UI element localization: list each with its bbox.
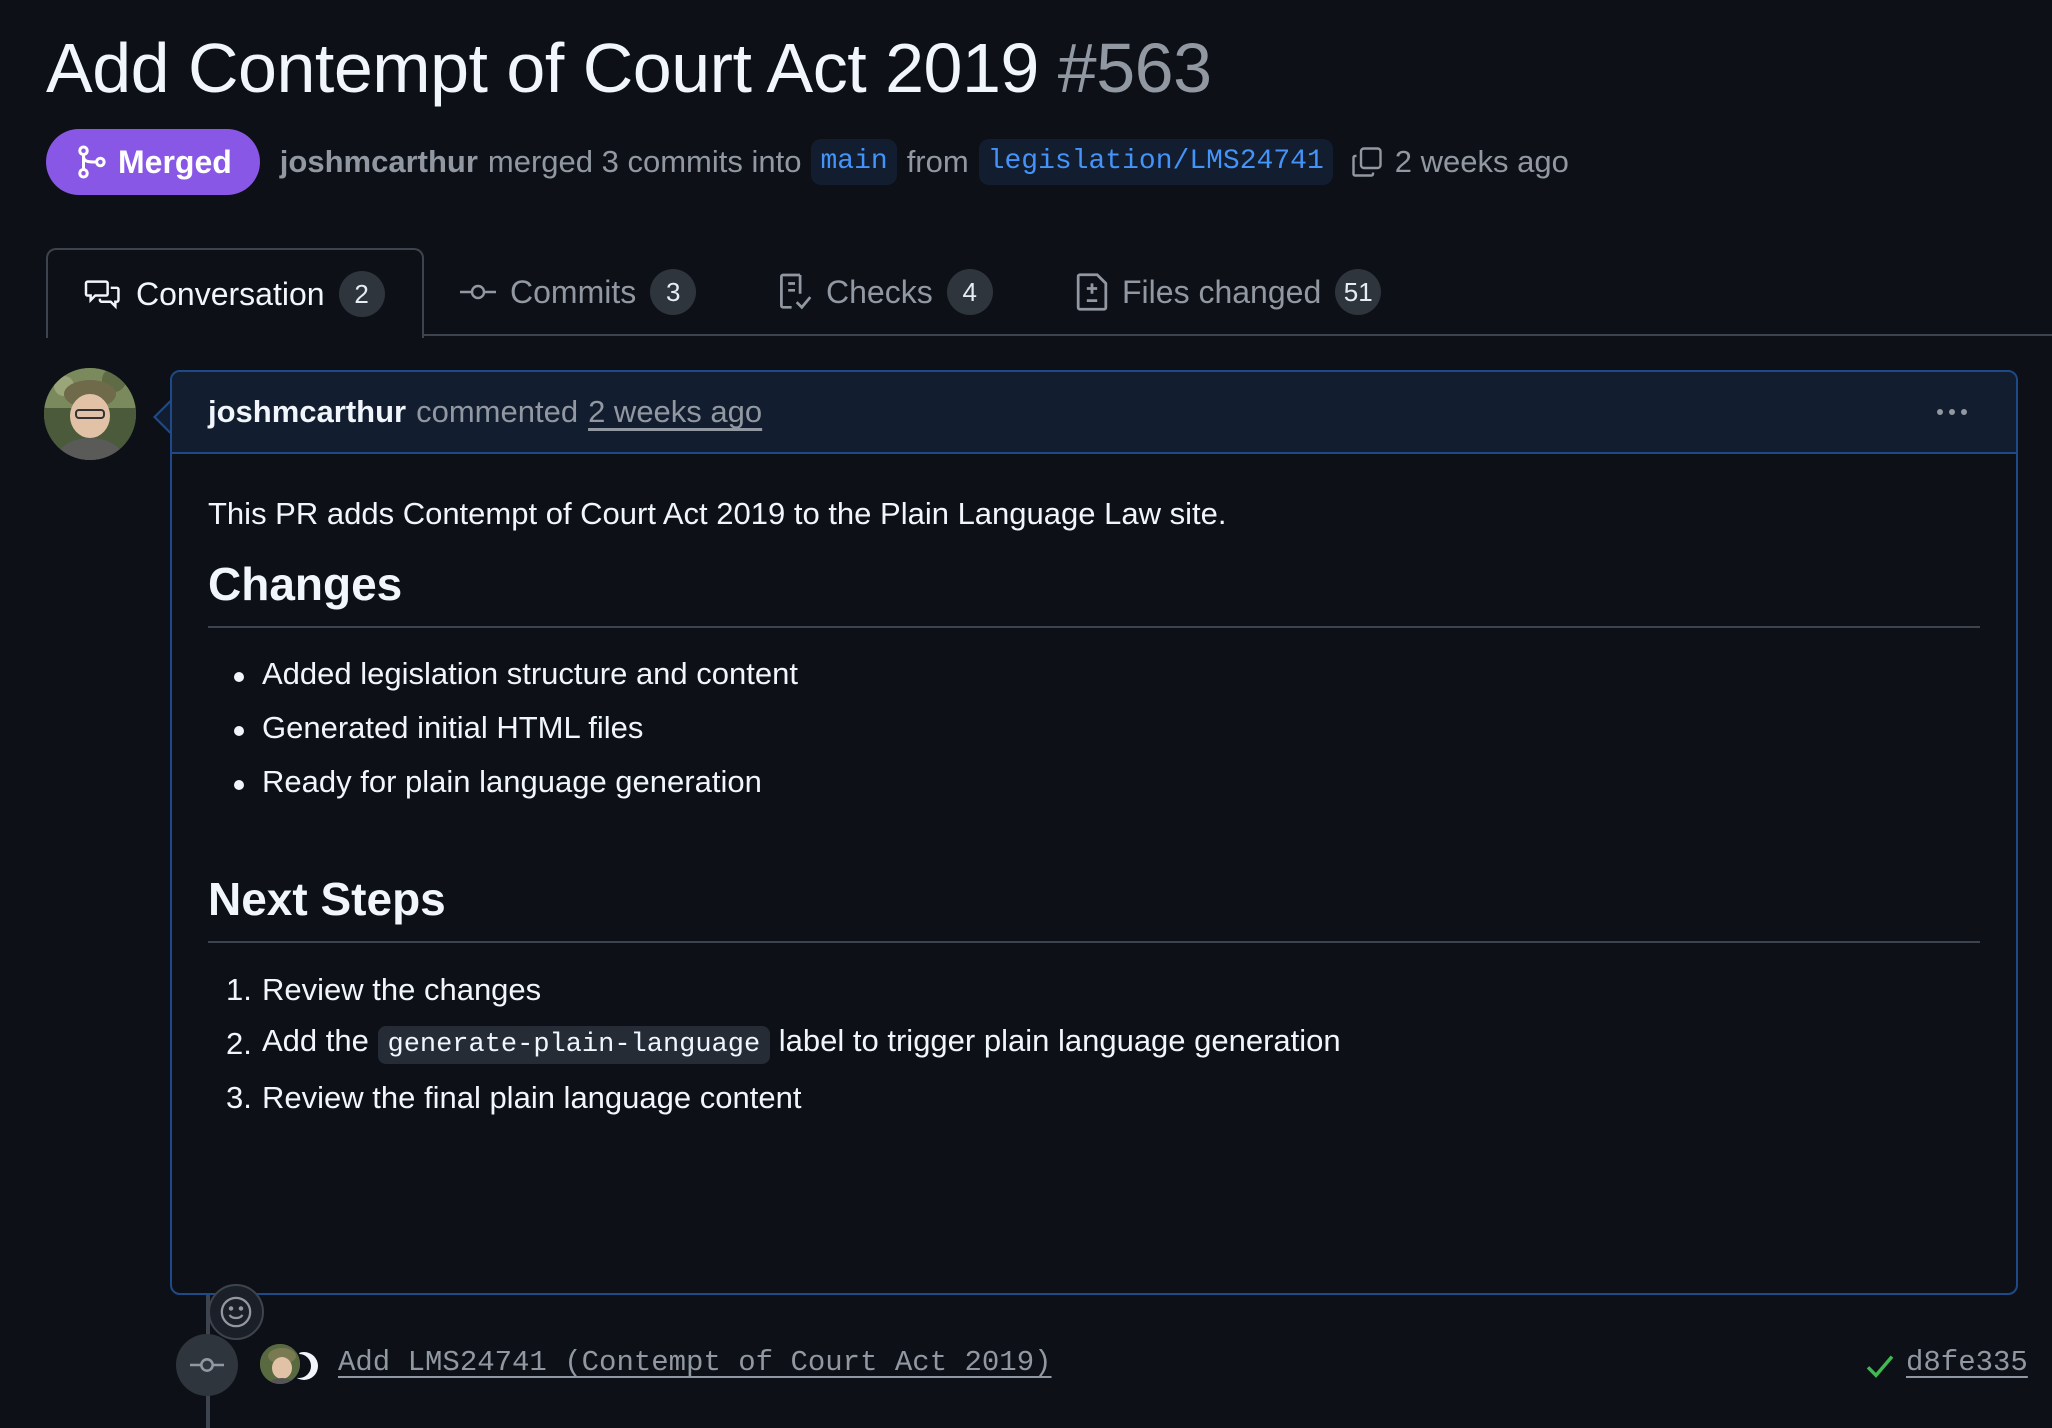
next-steps-divider <box>208 941 1980 943</box>
pr-title: Add Contempt of Court Act 2019 #563 <box>46 28 1212 108</box>
comment-pointer-fill <box>156 402 171 432</box>
tab-commits[interactable]: Commits 3 <box>460 248 697 336</box>
step-item: Review the changes <box>262 972 542 1007</box>
comment-action: commented <box>416 394 579 429</box>
smiley-icon <box>220 1296 252 1328</box>
tab-checks-count: 4 <box>946 269 993 315</box>
commit-author-avatar[interactable] <box>258 1342 302 1386</box>
tab-files-label: Files changed <box>1122 273 1322 310</box>
comment-header: joshmcarthur commented 2 weeks ago <box>172 372 2016 454</box>
step-number: 2. <box>226 1026 252 1061</box>
tab-checks-label: Checks <box>826 273 933 310</box>
git-merge-icon <box>78 145 106 179</box>
tab-checks[interactable]: Checks 4 <box>778 248 993 336</box>
step-2-suffix: label to trigger plain language generati… <box>778 1023 1341 1058</box>
change-item: Added legislation structure and content <box>262 656 798 691</box>
file-diff-icon <box>1076 273 1108 311</box>
pr-number: #563 <box>1057 29 1212 107</box>
tab-conversation-label: Conversation <box>136 275 325 312</box>
step-2-prefix: Add the <box>262 1023 369 1058</box>
change-item: Generated initial HTML files <box>262 710 644 745</box>
bullet-2 <box>234 726 244 736</box>
comment-time-link[interactable]: 2 weeks ago <box>588 394 762 430</box>
merged-label: Merged <box>118 143 232 180</box>
tab-conversation-count: 2 <box>338 271 385 317</box>
next-steps-heading: Next Steps <box>208 873 446 925</box>
base-branch-link[interactable]: main <box>811 139 897 185</box>
from-text: from <box>906 144 969 179</box>
bullet-3 <box>234 780 244 790</box>
comment-discussion-icon <box>84 280 120 310</box>
pr-title-text: Add Contempt of Court Act 2019 <box>46 29 1039 107</box>
merge-author-link[interactable]: joshmcarthur <box>280 144 478 180</box>
step-item: Add the generate-plain-language label to… <box>262 1023 1341 1064</box>
commit-sha-link[interactable]: d8fe335 <box>1906 1346 2028 1379</box>
bullet-1 <box>234 672 244 682</box>
merged-text: merged 3 commits into <box>487 144 802 179</box>
commit-message-link[interactable]: Add LMS24741 (Contempt of Court Act 2019… <box>338 1346 1052 1379</box>
label-code: generate-plain-language <box>377 1026 771 1064</box>
step-number: 1. <box>226 972 252 1007</box>
comment-intro: This PR adds Contempt of Court Act 2019 … <box>208 496 1227 531</box>
changes-divider <box>208 626 1980 628</box>
pr-meta: Merged joshmcarthur merged 3 commits int… <box>46 129 1569 195</box>
pr-tabs: Conversation 2 Commits 3 Checks 4 Files … <box>0 248 2052 338</box>
comment-box: joshmcarthur commented 2 weeks ago This … <box>170 370 2018 1340</box>
merge-info: joshmcarthur merged 3 commits into main … <box>280 139 1569 185</box>
add-reaction-button[interactable] <box>208 1284 264 1340</box>
commit-badge <box>176 1334 238 1396</box>
author-avatar[interactable] <box>44 368 136 460</box>
change-item: Ready for plain language generation <box>262 764 762 799</box>
more-options-icon[interactable] <box>1932 392 1972 432</box>
tab-commits-label: Commits <box>510 273 637 310</box>
merged-badge: Merged <box>46 129 260 195</box>
head-branch-link[interactable]: legislation/LMS24741 <box>978 139 1333 185</box>
merge-time: 2 weeks ago <box>1394 144 1569 179</box>
tab-files-count: 51 <box>1335 269 1382 315</box>
check-icon[interactable] <box>1864 1350 1896 1382</box>
tab-commits-count: 3 <box>650 269 697 315</box>
git-commit-icon <box>460 284 496 300</box>
changes-heading: Changes <box>208 558 403 610</box>
step-item: Review the final plain language content <box>262 1080 802 1115</box>
tab-conversation[interactable]: Conversation 2 <box>46 248 424 338</box>
step-number: 3. <box>226 1080 252 1115</box>
copy-icon[interactable] <box>1349 144 1385 180</box>
commit-avatars[interactable] <box>258 1342 326 1386</box>
checklist-icon <box>780 273 812 310</box>
git-commit-icon <box>190 1358 224 1372</box>
tab-files-changed[interactable]: Files changed 51 <box>1076 248 1382 336</box>
comment-author-link[interactable]: joshmcarthur <box>208 394 406 430</box>
